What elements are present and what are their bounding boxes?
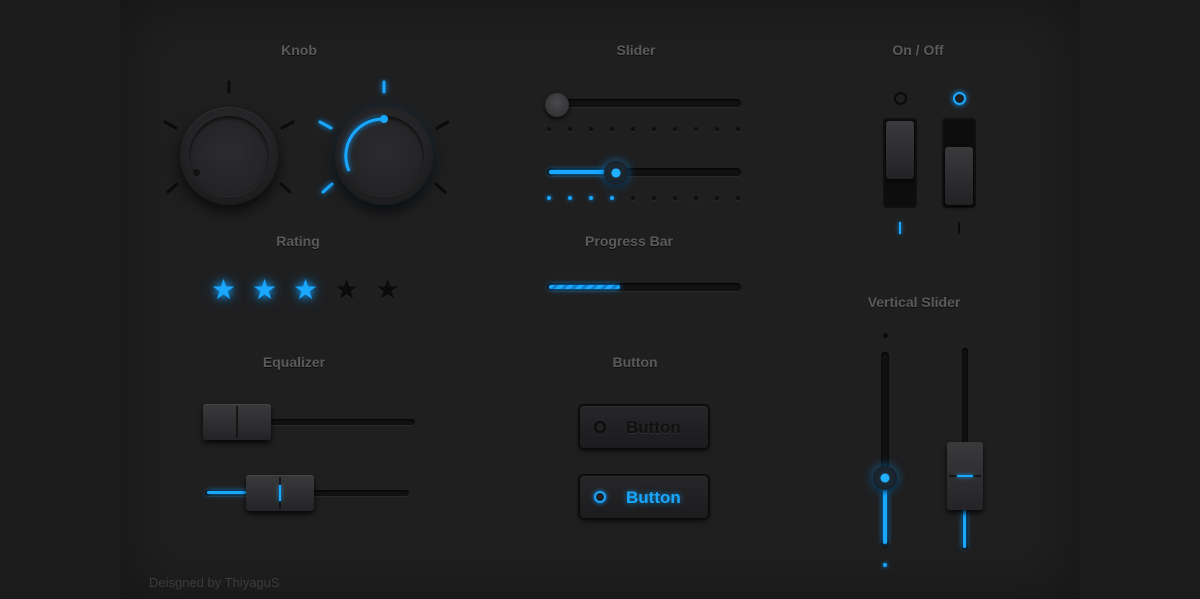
off-indicator-icon — [894, 92, 907, 105]
designer-credit: Deisgned by ThiyaguS — [149, 575, 280, 590]
on-indicator-icon — [953, 92, 966, 105]
vertical-slider-track-1[interactable] — [881, 352, 889, 548]
onoff-title: On / Off — [892, 42, 944, 58]
progress-title: Progress Bar — [585, 233, 673, 249]
star-icon[interactable]: ★ — [375, 276, 400, 304]
vertical-slider-thumb[interactable] — [873, 466, 897, 490]
slider-title: Slider — [616, 42, 656, 58]
button-active[interactable]: Button — [580, 476, 708, 518]
button-default[interactable]: Button — [580, 406, 708, 448]
vertical-slider-fader[interactable] — [947, 442, 983, 510]
progress-bar — [547, 283, 741, 291]
slider-thumb[interactable] — [545, 93, 569, 117]
star-icon[interactable]: ★ — [293, 276, 318, 304]
equalizer-title: Equalizer — [262, 354, 326, 370]
volume-knob-active[interactable] — [335, 107, 433, 205]
vslider-bottom-dot — [883, 563, 887, 567]
vslider-top-dot — [883, 333, 888, 338]
toggle-on-mark — [899, 222, 901, 234]
button-ring-icon — [594, 421, 606, 433]
equalizer-track-1[interactable] — [266, 419, 415, 425]
slider-thumb-active[interactable] — [604, 161, 628, 185]
equalizer-fader-1[interactable] — [203, 404, 271, 440]
star-icon[interactable]: ★ — [334, 276, 359, 304]
toggle-switch-on[interactable] — [942, 118, 976, 208]
slider-track[interactable] — [547, 99, 741, 107]
vertical-slider-fill — [883, 482, 887, 544]
button-title: Button — [612, 354, 658, 370]
button-label: Button — [626, 418, 681, 437]
rating-title: Rating — [276, 233, 320, 249]
toggle-off-mark — [958, 222, 960, 234]
vertical-slider-fill-2 — [963, 508, 966, 548]
equalizer-fader-2[interactable] — [246, 475, 314, 511]
equalizer-fill — [207, 491, 249, 494]
star-icon[interactable]: ★ — [211, 276, 236, 304]
vertical-slider-title: Vertical Slider — [867, 294, 961, 310]
star-icon[interactable]: ★ — [252, 276, 277, 304]
knob-title: Knob — [281, 42, 317, 58]
knob-indicator — [193, 169, 200, 176]
progress-fill — [549, 285, 620, 289]
button-label: Button — [626, 488, 681, 507]
volume-knob-inactive[interactable] — [180, 107, 278, 205]
button-ring-icon — [594, 491, 606, 503]
toggle-switch-off[interactable] — [883, 118, 917, 208]
